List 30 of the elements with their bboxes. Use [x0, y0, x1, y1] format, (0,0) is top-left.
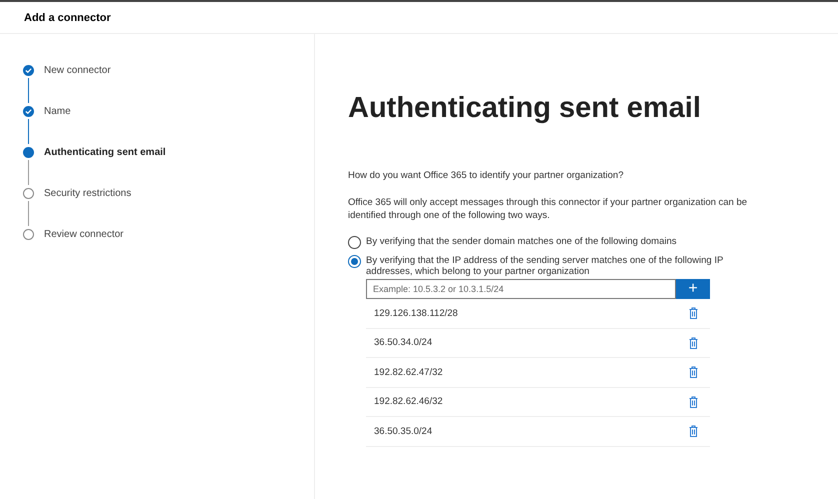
trash-icon[interactable] [689, 307, 698, 320]
check-icon [23, 106, 34, 116]
check-icon [23, 64, 34, 76]
step-indicator [23, 228, 34, 240]
option-label: By verifying that the IP address of the sending server matches one of the following IP addresses, which belong to your partner organization [366, 255, 724, 277]
step-label[interactable]: Authenticating sent email [44, 146, 166, 158]
step-indicator [23, 188, 34, 198]
add-button[interactable]: + [676, 279, 710, 299]
step-label[interactable]: New connector [44, 64, 111, 76]
ip-address: 129.126.138.112/28 [374, 308, 458, 319]
step-label[interactable]: Name [44, 106, 71, 116]
question-text: How do you want Office 365 to identify your partner organization? [348, 169, 624, 182]
ip-address: 192.82.62.47/32 [374, 366, 443, 378]
ip-address: 192.82.62.46/32 [374, 396, 443, 408]
option-label: By verifying that the sender domain matches one of the following domains [366, 236, 677, 247]
ip-input-field[interactable]: Example: 10.5.3.2 or 10.3.1.5/24 [366, 279, 676, 299]
description-text: Office 365 will only accept messages through this connector if your partner organization can be identified through one of the following two ways. [348, 196, 748, 222]
window-title: Add a connector [24, 12, 111, 24]
step-indicator [23, 146, 34, 158]
ip-address: 36.50.35.0/24 [374, 426, 432, 437]
radio-button[interactable] [348, 255, 361, 268]
trash-icon[interactable] [689, 366, 698, 378]
radio-button[interactable] [348, 236, 361, 249]
step-label[interactable]: Review connector [44, 228, 124, 240]
trash-icon[interactable] [689, 396, 698, 408]
trash-icon[interactable] [689, 336, 698, 349]
trash-icon[interactable] [689, 425, 698, 438]
step-label[interactable]: Security restrictions [44, 188, 132, 198]
page-heading: Authenticating sent email [348, 92, 702, 125]
ip-address: 36.50.34.0/24 [374, 337, 432, 348]
